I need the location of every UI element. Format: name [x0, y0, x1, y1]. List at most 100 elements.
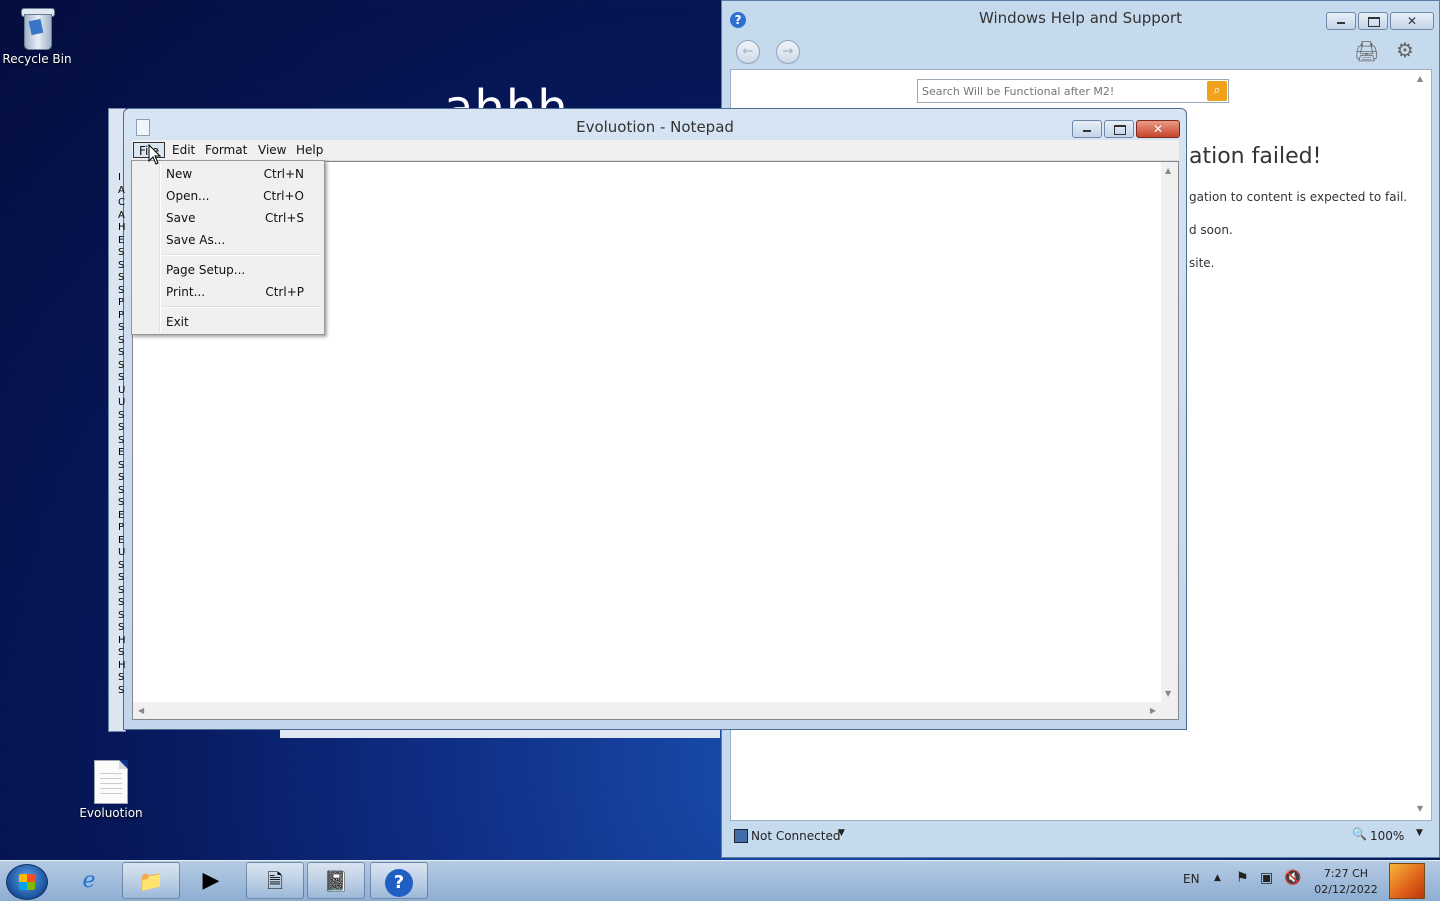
mouse-cursor-icon [148, 144, 162, 165]
help-caption-buttons: ✕ [1326, 12, 1434, 30]
strip-character: S [118, 259, 125, 271]
recycle-bin-icon [20, 6, 55, 50]
menu-item-shortcut: Ctrl+P [265, 285, 304, 299]
menu-item-label: New [166, 167, 193, 181]
menu-view[interactable]: View [253, 142, 291, 158]
file-menu-dropdown: New Ctrl+N Open... Ctrl+O Save Ctrl+S Sa… [131, 160, 325, 335]
desktop-icon-recycle-bin[interactable]: Recycle Bin [0, 6, 77, 66]
notepad-caption-buttons: ✕ [1072, 120, 1180, 138]
help-question-icon: ? [385, 869, 413, 897]
help-vertical-scrollbar[interactable]: ▲ ▼ [1413, 72, 1427, 818]
taskbar-app-button[interactable]: 🗎 [246, 862, 304, 899]
strip-character: S [118, 322, 125, 333]
connection-status[interactable]: Not Connected [751, 829, 840, 843]
strip-character: S [118, 284, 125, 296]
scroll-up-icon[interactable]: ▲ [1413, 74, 1427, 86]
menu-item-print[interactable]: Print... Ctrl+P [134, 282, 322, 302]
menu-item-exit[interactable]: Exit [134, 312, 322, 332]
menu-format[interactable]: Format [200, 142, 252, 158]
strip-character: S [118, 647, 125, 658]
scroll-up-icon[interactable]: ▲ [1165, 166, 1171, 175]
strip-character: I [118, 172, 121, 183]
scroll-right-icon[interactable]: ▶ [1150, 706, 1156, 715]
gear-icon[interactable]: ⚙ [1396, 38, 1414, 62]
strip-character: S [118, 497, 125, 508]
scroll-down-icon[interactable]: ▼ [1165, 689, 1171, 698]
menu-separator [162, 306, 320, 308]
strip-character: S [118, 684, 125, 696]
close-button[interactable]: ✕ [1136, 120, 1180, 138]
menu-item-save[interactable]: Save Ctrl+S [134, 208, 322, 228]
clock-time: 7:27 CH [1323, 867, 1369, 880]
strip-character: S [118, 672, 125, 683]
scroll-left-icon[interactable]: ◀ [138, 706, 144, 715]
windows-logo-icon [19, 874, 35, 890]
strip-character: H [118, 634, 126, 646]
system-clock[interactable]: 7:27 CH 02/12/2022 [1310, 866, 1382, 898]
chevron-down-icon[interactable]: ▼ [838, 828, 845, 838]
search-icon[interactable]: ⌕ [1207, 81, 1227, 101]
help-paragraph: gation to content is expected to fail. [1189, 190, 1408, 204]
maximize-button[interactable] [1358, 12, 1388, 30]
help-status-bar: Not Connected ▼ 🔍 100% ▼ [730, 825, 1431, 851]
menu-separator [162, 254, 320, 256]
strip-character: S [118, 484, 125, 496]
menu-bar: File Edit Format View Help [132, 140, 1179, 161]
close-button[interactable]: ✕ [1390, 12, 1434, 30]
strip-character: P [118, 522, 125, 533]
desktop-icon-label: Recycle Bin [2, 52, 72, 66]
strip-character: S [118, 459, 125, 471]
background-window-text-strip: IACAHESSSSPPSSSSSUUSSSESSSSEPEUSSSSSSHSH… [118, 172, 126, 696]
show-desktop-button[interactable] [1389, 863, 1425, 899]
volume-muted-icon[interactable]: 🔇 [1284, 870, 1301, 886]
forward-arrow-icon[interactable]: → [776, 40, 800, 64]
chevron-down-icon[interactable]: ▼ [1416, 828, 1423, 838]
resize-grip-icon[interactable] [1161, 702, 1178, 719]
desktop-icon-label: Evoluotion [79, 806, 143, 820]
menu-edit[interactable]: Edit [167, 142, 200, 158]
menu-item-new[interactable]: New Ctrl+N [134, 164, 322, 184]
media-player-icon[interactable]: ▶ [186, 862, 236, 899]
strip-character: S [118, 572, 125, 583]
language-indicator[interactable]: EN [1183, 872, 1200, 886]
back-arrow-icon[interactable]: ← [736, 40, 760, 64]
menu-help[interactable]: Help [291, 142, 328, 158]
menu-item-label: Save [166, 211, 196, 225]
strip-character: H [118, 659, 126, 671]
scroll-down-icon[interactable]: ▼ [1413, 804, 1427, 816]
strip-character: E [118, 234, 125, 246]
show-hidden-icons-icon[interactable]: ▲ [1214, 873, 1221, 883]
search-input[interactable] [917, 79, 1229, 103]
strip-character: S [118, 247, 125, 258]
app-icon: 🗎 [266, 869, 284, 893]
strip-character: U [118, 384, 126, 396]
maximize-button[interactable] [1104, 120, 1134, 138]
vertical-scrollbar[interactable]: ▲ ▼ [1161, 162, 1178, 702]
horizontal-scrollbar[interactable]: ◀ ▶ [133, 702, 1161, 719]
help-heading: ation failed! [1189, 144, 1322, 169]
strip-character: H [118, 222, 126, 233]
file-explorer-button[interactable]: 📁 [122, 862, 180, 899]
notepad-taskbar-button[interactable]: 📓 [307, 862, 365, 899]
internet-explorer-icon[interactable]: ℯ [64, 862, 114, 899]
minimize-button[interactable] [1326, 12, 1356, 30]
start-button[interactable] [6, 864, 48, 900]
help-taskbar-button[interactable]: ? [370, 862, 428, 899]
minimize-button[interactable] [1072, 120, 1102, 138]
strip-character: E [118, 534, 125, 546]
menu-item-shortcut: Ctrl+O [263, 189, 304, 203]
desktop-icon-evoluotion[interactable]: Evoluotion [71, 760, 151, 820]
menu-item-open[interactable]: Open... Ctrl+O [134, 186, 322, 206]
menu-item-page-setup[interactable]: Page Setup... [134, 260, 322, 280]
action-center-flag-icon[interactable]: ⚑ [1236, 870, 1249, 886]
strip-character: U [118, 397, 126, 408]
strip-character: S [118, 372, 125, 383]
zoom-level[interactable]: 100% [1370, 829, 1404, 843]
strip-character: S [118, 347, 125, 358]
strip-character: S [118, 359, 125, 371]
strip-character: S [118, 472, 125, 483]
menu-item-label: Print... [166, 285, 206, 299]
menu-item-save-as[interactable]: Save As... [134, 230, 322, 250]
network-icon[interactable]: ▣ [1260, 870, 1273, 886]
print-icon[interactable]: 🖨 [1354, 39, 1379, 63]
